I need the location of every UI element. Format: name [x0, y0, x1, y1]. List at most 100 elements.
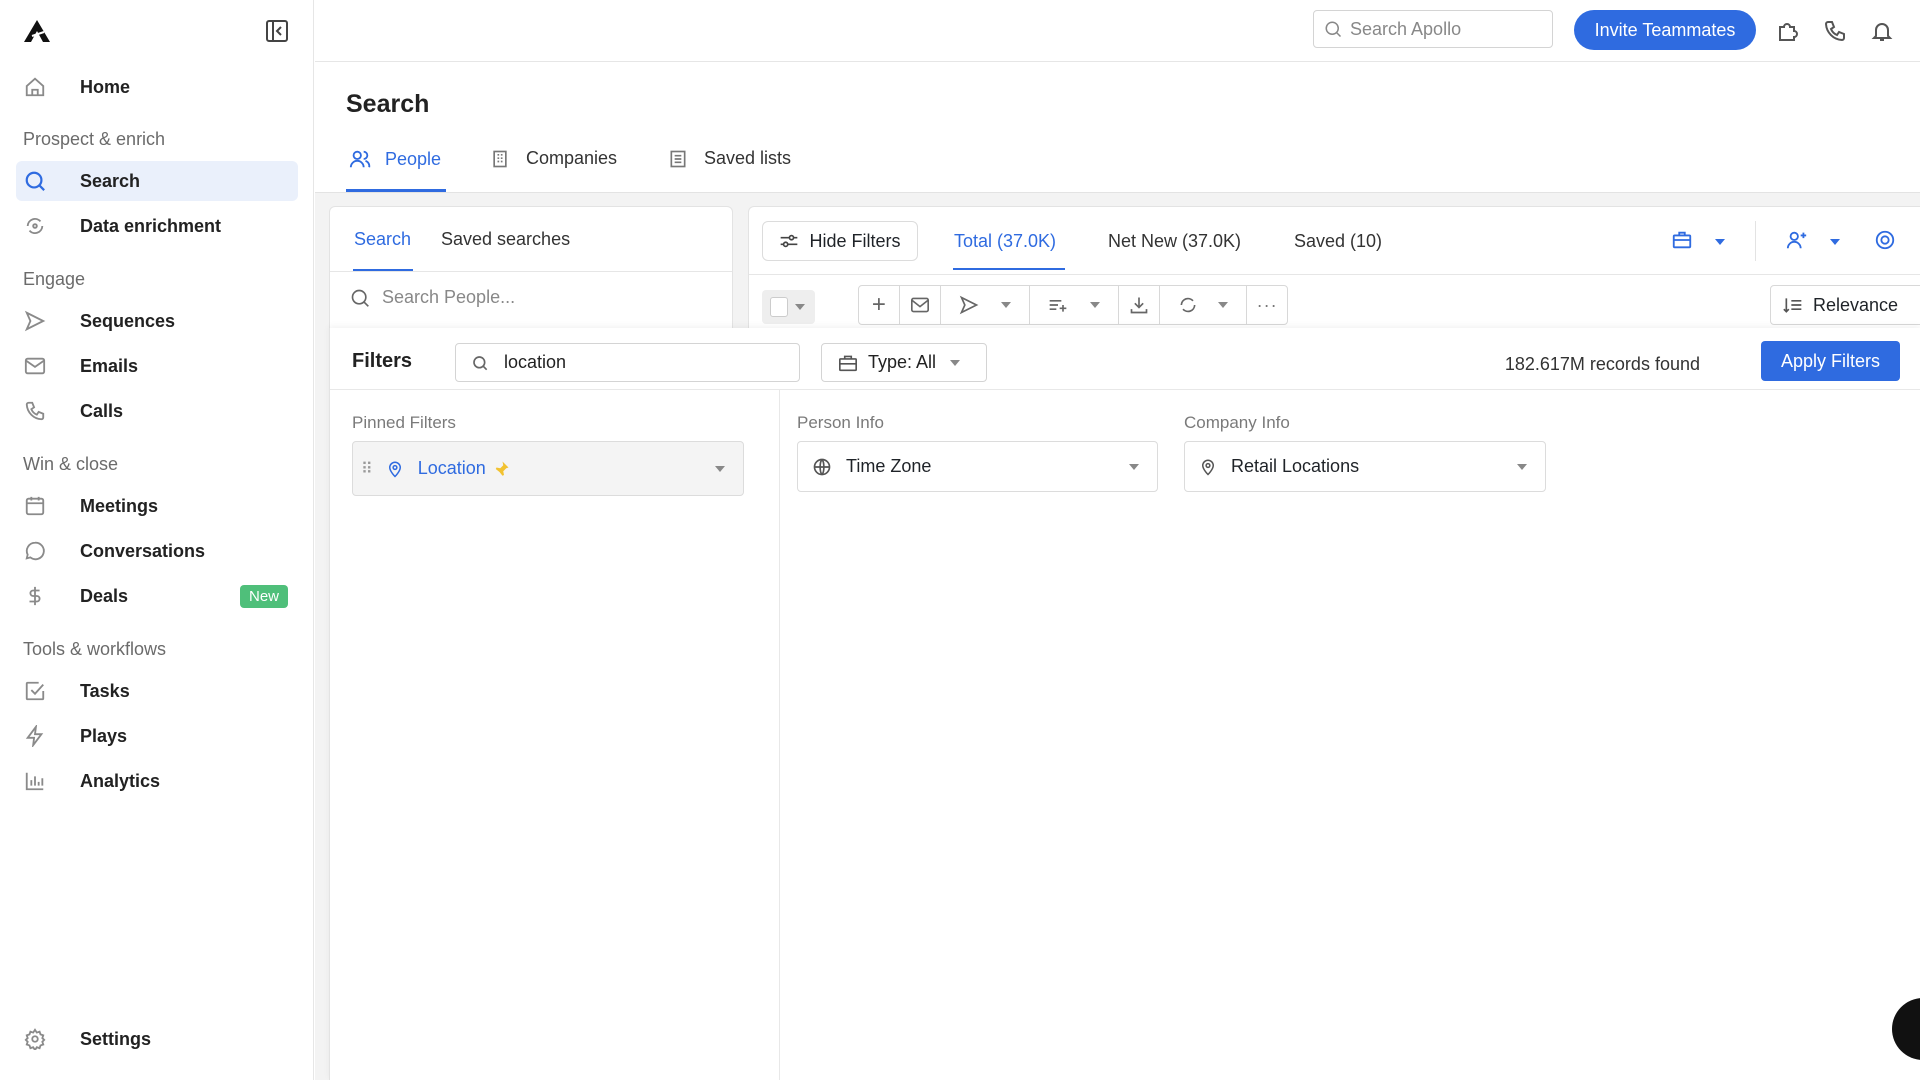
company-info-label: Company Info [1184, 413, 1290, 432]
button-label: Hide Filters [809, 230, 901, 251]
enrich-button[interactable] [1160, 286, 1248, 324]
page-title: Search [346, 90, 430, 118]
sidebar-item-label: Search [80, 170, 141, 191]
tab-companies[interactable]: Companies [490, 148, 617, 169]
drag-handle-icon[interactable]: ⠿ [361, 459, 373, 479]
filter-search-input[interactable]: location [455, 343, 800, 382]
tab-saved-searches[interactable]: Saved searches [441, 229, 570, 250]
divider [1755, 221, 1756, 261]
add-person-icon[interactable] [1786, 229, 1808, 251]
sidebar-item-label: Sequences [80, 310, 176, 331]
tab-saved-lists[interactable]: Saved lists [668, 148, 791, 169]
pin-icon[interactable] [492, 460, 510, 478]
sidebar-item-label: Data enrichment [80, 215, 222, 236]
sidebar-item-search[interactable]: Search [16, 161, 298, 201]
export-button[interactable] [1119, 286, 1160, 324]
sliders-icon [781, 234, 798, 248]
tab-saved[interactable]: Saved (10) [1294, 231, 1382, 252]
sidebar-item-label: Analytics [80, 770, 161, 791]
more-options-button[interactable]: ··· [1247, 286, 1287, 324]
chat-icon [24, 540, 50, 562]
left-search-panel: Search Saved searches Search People... [329, 206, 733, 336]
add-button[interactable]: + [859, 286, 900, 324]
tab-net-new[interactable]: Net New (37.0K) [1108, 231, 1241, 252]
sidebar-item-settings[interactable]: Settings [16, 1019, 298, 1059]
pinned-filter-location[interactable]: ⠿ Location [352, 441, 744, 496]
section-tools: Tools & workflows [23, 639, 167, 659]
sidebar-item-home[interactable]: Home [16, 67, 298, 107]
sidebar-item-data-enrichment[interactable]: Data enrichment [16, 206, 298, 246]
location-pin-icon [1201, 459, 1215, 476]
checkbox-icon [24, 680, 50, 702]
person-info-label: Person Info [797, 413, 884, 432]
tab-total[interactable]: Total (37.0K) [954, 231, 1056, 252]
sort-dropdown[interactable]: Relevance [1770, 285, 1920, 325]
checkbox[interactable] [770, 297, 788, 317]
eye-icon[interactable] [1874, 229, 1896, 251]
bell-icon[interactable] [1870, 19, 1894, 43]
sidebar-item-label: Deals [80, 585, 129, 606]
briefcase-icon[interactable] [1671, 229, 1693, 251]
filter-label: Time Zone [846, 456, 932, 476]
chevron-down-icon [1517, 463, 1527, 470]
global-search-input[interactable]: Search Apollo [1313, 10, 1553, 48]
bar-chart-icon [24, 770, 50, 792]
hide-filters-button[interactable]: Hide Filters [762, 221, 918, 261]
type-label: Type: All [868, 352, 937, 372]
extension-puzzle-icon[interactable] [1776, 19, 1800, 43]
filter-time-zone[interactable]: Time Zone [797, 441, 1158, 492]
refresh-icon [1180, 297, 1196, 313]
phone-icon [24, 400, 50, 422]
tab-search[interactable]: Search [354, 229, 411, 250]
chevron-down-icon[interactable] [795, 304, 805, 310]
mail-icon [910, 297, 929, 313]
filters-title: Filters [352, 350, 413, 372]
add-to-list-button[interactable] [1030, 286, 1119, 324]
ellipsis-icon: ··· [1256, 294, 1278, 315]
filter-retail-locations[interactable]: Retail Locations [1184, 441, 1546, 492]
briefcase-icon [839, 355, 857, 371]
sidebar-item-conversations[interactable]: Conversations [16, 531, 298, 571]
plus-icon: + [871, 291, 886, 318]
sidebar-item-plays[interactable]: Plays [16, 716, 298, 756]
tab-people[interactable]: People [349, 148, 441, 170]
filter-label: Location [417, 458, 486, 478]
mail-icon [24, 355, 50, 377]
send-icon [959, 295, 979, 315]
briefcase-dropdown-caret[interactable] [1715, 239, 1725, 245]
sidebar-item-label: Home [80, 76, 131, 97]
sequence-button[interactable] [941, 286, 1031, 324]
chevron-down-icon [1217, 302, 1228, 308]
search-icon [351, 289, 369, 307]
sidebar-item-deals[interactable]: Deals New [16, 576, 298, 616]
add-person-dropdown-caret[interactable] [1830, 239, 1840, 245]
top-bar: Search Apollo Invite Teammates [315, 0, 1920, 62]
select-all-checkbox[interactable] [762, 290, 815, 324]
section-win-close: Win & close [23, 454, 119, 474]
filter-label: Retail Locations [1231, 456, 1360, 476]
sidebar-item-calls[interactable]: Calls [16, 391, 298, 431]
apollo-logo[interactable] [22, 18, 52, 44]
search-people-input[interactable]: Search People... [350, 287, 515, 308]
phone-icon[interactable] [1823, 19, 1847, 43]
invite-teammates-button[interactable]: Invite Teammates [1574, 10, 1756, 50]
email-button[interactable] [900, 286, 941, 324]
globe-icon [813, 458, 831, 475]
dollar-icon [24, 585, 50, 607]
search-placeholder: Search People... [382, 287, 516, 307]
section-engage: Engage [23, 269, 86, 289]
sidebar-item-emails[interactable]: Emails [16, 346, 298, 386]
sidebar-item-meetings[interactable]: Meetings [16, 486, 298, 526]
apply-filters-button[interactable]: Apply Filters [1761, 341, 1900, 381]
type-filter-dropdown[interactable]: Type: All [821, 343, 987, 382]
sidebar-item-analytics[interactable]: Analytics [16, 761, 298, 801]
sidebar-item-label: Emails [80, 355, 139, 376]
sidebar-item-label: Settings [80, 1028, 152, 1049]
chevron-down-icon[interactable] [715, 465, 725, 472]
sidebar-item-tasks[interactable]: Tasks [16, 671, 298, 711]
chevron-down-icon [1089, 302, 1100, 308]
sidebar-item-label: Tasks [80, 680, 130, 701]
search-icon [1325, 21, 1342, 38]
sidebar-item-sequences[interactable]: Sequences [16, 301, 298, 341]
collapse-sidebar-icon[interactable] [265, 19, 289, 43]
